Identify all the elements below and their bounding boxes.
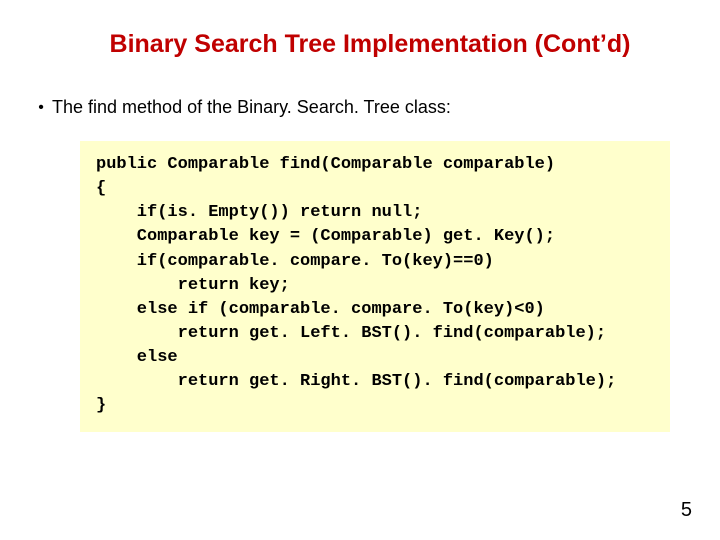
bullet-item: • The find method of the Binary. Search.… [30, 97, 680, 119]
slide: Binary Search Tree Implementation (Cont’… [0, 0, 720, 540]
code-block: public Comparable find(Comparable compar… [80, 141, 670, 432]
bullet-text: The find method of the Binary. Search. T… [52, 97, 680, 118]
page-number: 5 [681, 499, 692, 522]
slide-title: Binary Search Tree Implementation (Cont’… [60, 30, 680, 59]
bullet-dot-icon: • [30, 97, 52, 119]
